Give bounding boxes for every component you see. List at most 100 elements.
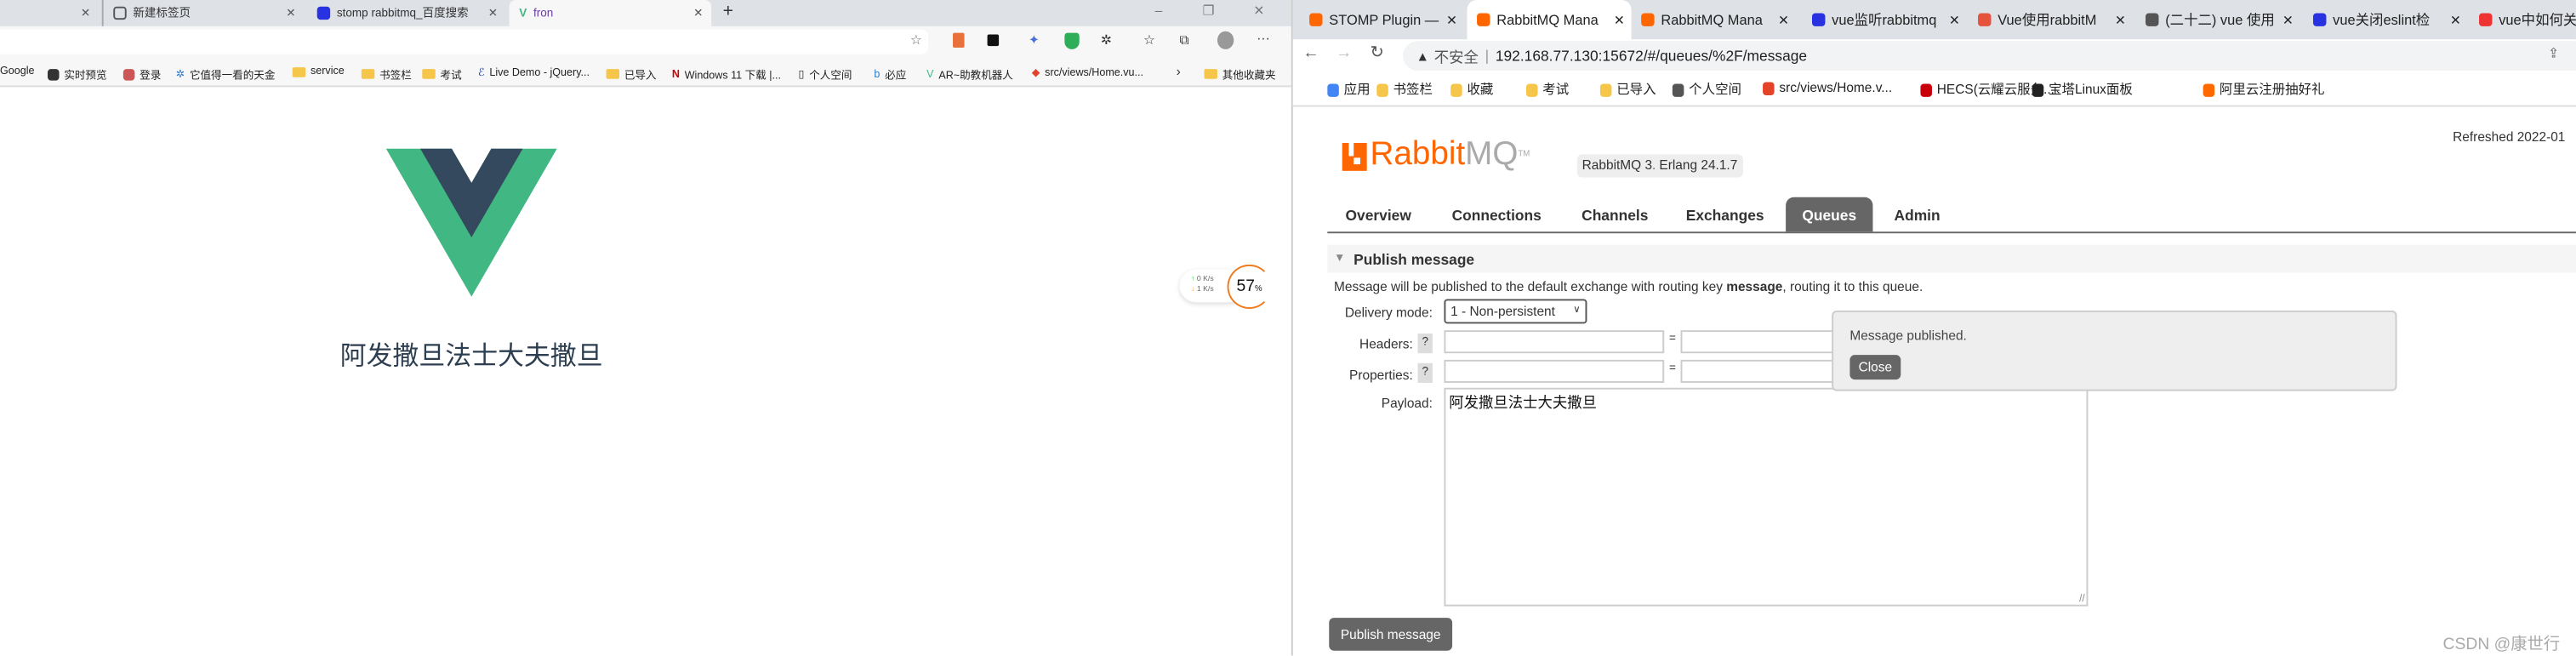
right-bookmark[interactable]: 已导入 bbox=[1599, 81, 1656, 99]
tab-favicon-icon bbox=[1309, 13, 1323, 26]
bookmark-label: src/views/Home.v... bbox=[1779, 80, 1893, 96]
nav-admin[interactable]: Admin bbox=[1881, 197, 1953, 232]
right-tab-1[interactable]: RabbitMQ Mana ✕ bbox=[1467, 0, 1632, 40]
close-tab-icon[interactable]: ✕ bbox=[2450, 12, 2461, 26]
resize-handle-icon[interactable]: // bbox=[2079, 595, 2084, 605]
collections-icon[interactable]: ⧉ bbox=[1180, 33, 1189, 49]
extensions-puzzle-icon[interactable]: ✲ bbox=[1101, 33, 1112, 48]
right-tab-3[interactable]: vue监听rabbitmq ✕ bbox=[1802, 0, 1966, 39]
headers-help-button[interactable]: ? bbox=[1417, 334, 1433, 354]
publish-message-button[interactable]: Publish message bbox=[1329, 618, 1453, 651]
close-tab-icon[interactable]: ✕ bbox=[1614, 12, 1625, 26]
bookmark[interactable]: Google bbox=[0, 66, 34, 77]
right-bookmark[interactable]: 个人空间 bbox=[1672, 81, 1741, 99]
close-tab-icon[interactable]: ✕ bbox=[1446, 12, 1457, 26]
share-icon[interactable]: ⇪ bbox=[2548, 46, 2559, 60]
right-tab-2[interactable]: RabbitMQ Mana ✕ bbox=[1632, 0, 1796, 39]
properties-help-button[interactable]: ? bbox=[1417, 362, 1433, 383]
erlang-badge: Erlang 24.1.7 bbox=[1654, 154, 1743, 178]
close-tab-icon[interactable]: ✕ bbox=[286, 7, 295, 20]
close-tab-icon[interactable]: ✕ bbox=[1949, 12, 1960, 26]
header-value-input[interactable] bbox=[1680, 330, 1845, 354]
logo-text-rabbit: Rabbit bbox=[1370, 136, 1466, 173]
bookmark[interactable]: ▯ 个人空间 bbox=[799, 66, 852, 82]
nav-channels[interactable]: Channels bbox=[1569, 197, 1661, 232]
new-tab-button[interactable]: + bbox=[723, 2, 733, 21]
right-bookmark[interactable]: 考试 bbox=[1525, 81, 1569, 99]
profile-avatar-icon[interactable] bbox=[1217, 31, 1234, 49]
bookmark[interactable]: 已导入 bbox=[606, 66, 656, 83]
folder-icon bbox=[292, 66, 306, 77]
bookmark[interactable]: service bbox=[292, 66, 345, 77]
left-tab-1[interactable]: 新建标签页 ✕ bbox=[101, 0, 305, 26]
right-tab-6[interactable]: vue关闭eslint检 ✕ bbox=[2303, 0, 2467, 39]
bookmark[interactable]: 登录 bbox=[123, 66, 161, 83]
folder-icon bbox=[1376, 83, 1388, 96]
right-bookmark[interactable]: 宝塔Linux面板 bbox=[2032, 81, 2133, 99]
bookmark-icon bbox=[123, 68, 135, 80]
payload-textarea[interactable]: 阿发撒旦法士大夫撒旦 // bbox=[1444, 387, 2089, 607]
right-bookmark[interactable]: src/views/Home.v... bbox=[1763, 81, 1892, 95]
select-value: 1 - Non-persistent bbox=[1450, 304, 1555, 319]
close-window-icon[interactable]: ✕ bbox=[1253, 3, 1264, 18]
left-tab-0[interactable]: ✕ bbox=[0, 0, 99, 26]
property-value-input[interactable] bbox=[1680, 359, 1845, 383]
close-tab-icon[interactable]: ✕ bbox=[2282, 12, 2294, 26]
bookmarks-overflow-chevron-icon[interactable]: › bbox=[1177, 64, 1181, 78]
page-icon: ▯ bbox=[798, 69, 805, 81]
minimize-icon[interactable]: – bbox=[1155, 3, 1163, 18]
publish-section-header[interactable]: ▼ Publish message bbox=[1327, 244, 2576, 273]
restore-icon[interactable]: ❐ bbox=[1203, 3, 1215, 18]
right-bookmark[interactable]: 应用 bbox=[1327, 81, 1371, 99]
address-bar[interactable]: ▲ 不安全 | 192.168.77.130:15672/#/queues/%2… bbox=[1403, 41, 2576, 71]
shield-extension-icon[interactable] bbox=[1064, 32, 1080, 49]
tab-label: (二十二) vue 使用 bbox=[2165, 11, 2275, 28]
close-tab-icon[interactable]: ✕ bbox=[488, 7, 498, 20]
close-tab-icon[interactable]: ✕ bbox=[693, 7, 703, 20]
more-menu-icon[interactable]: ··· bbox=[1257, 31, 1269, 46]
favorites-icon[interactable]: ☆ bbox=[1143, 33, 1155, 48]
header-key-input[interactable] bbox=[1444, 330, 1665, 354]
extension-icon[interactable]: ✦ bbox=[1029, 33, 1040, 48]
percent-sign: % bbox=[1255, 284, 1262, 294]
popup-close-button[interactable]: Close bbox=[1849, 355, 1901, 380]
url-text: 192.168.77.130:15672/#/queues/%2F/messag… bbox=[1495, 48, 1808, 65]
reload-button[interactable]: ↻ bbox=[1371, 44, 1384, 62]
bookmark-label: 它值得一看的天金 bbox=[189, 71, 276, 83]
close-tab-icon[interactable]: ✕ bbox=[1778, 12, 1789, 26]
nav-queues[interactable]: Queues bbox=[1786, 197, 1873, 232]
extension-icon[interactable] bbox=[987, 34, 1000, 47]
right-tab-7[interactable]: vue中如何关 bbox=[2469, 0, 2576, 39]
left-tab-3-active[interactable]: Vfron ✕ bbox=[509, 0, 712, 26]
close-tab-icon[interactable]: ✕ bbox=[2115, 12, 2126, 26]
right-tab-5[interactable]: (二十二) vue 使用 ✕ bbox=[2135, 0, 2300, 39]
extension-icon[interactable] bbox=[953, 32, 965, 48]
left-tab-2[interactable]: stomp rabbitmq_百度搜索 ✕ bbox=[307, 0, 506, 26]
favorite-star-icon[interactable]: ☆ bbox=[910, 33, 922, 48]
bookmark[interactable]: ℰ Live Demo - jQuery... bbox=[478, 66, 590, 78]
right-bookmark[interactable]: 收藏 bbox=[1450, 81, 1493, 99]
property-key-input[interactable] bbox=[1444, 359, 1665, 383]
right-tab-0[interactable]: STOMP Plugin — ✕ bbox=[1300, 0, 1464, 39]
bookmark[interactable]: N Windows 11 下载 |... bbox=[672, 66, 781, 82]
bookmark[interactable]: V AR~助教机器人 bbox=[926, 66, 1013, 82]
nav-overview[interactable]: Overview bbox=[1334, 197, 1422, 232]
right-bookmark[interactable]: 书签栏 bbox=[1376, 81, 1433, 99]
close-tab-icon[interactable]: ✕ bbox=[81, 7, 90, 20]
back-button[interactable]: ← bbox=[1302, 44, 1319, 62]
memory-gauge[interactable]: 57% bbox=[1227, 264, 1272, 310]
forward-button[interactable]: → bbox=[1336, 44, 1352, 62]
right-bookmark[interactable]: 阿里云注册抽好礼 bbox=[2203, 81, 2325, 99]
bookmark[interactable]: 考试 bbox=[422, 66, 462, 83]
right-tab-4[interactable]: Vue使用rabbitM ✕ bbox=[1968, 0, 2132, 39]
nav-connections[interactable]: Connections bbox=[1441, 197, 1553, 232]
bookmark[interactable]: 书签栏 bbox=[361, 66, 412, 83]
bookmark-other-favorites[interactable]: 其他收藏夹 bbox=[1204, 66, 1275, 83]
delivery-mode-select[interactable]: 1 - Non-persistent ∨ bbox=[1444, 299, 1587, 324]
bookmark[interactable]: ◆ src/views/Home.vu... bbox=[1032, 66, 1143, 78]
bookmark[interactable]: ✲ 它值得一看的天金 bbox=[176, 66, 276, 82]
left-address-bar[interactable] bbox=[0, 29, 929, 54]
nav-exchanges[interactable]: Exchanges bbox=[1674, 197, 1776, 232]
bookmark[interactable]: 实时预览 bbox=[48, 66, 107, 83]
bookmark[interactable]: b 必应 bbox=[874, 66, 906, 82]
